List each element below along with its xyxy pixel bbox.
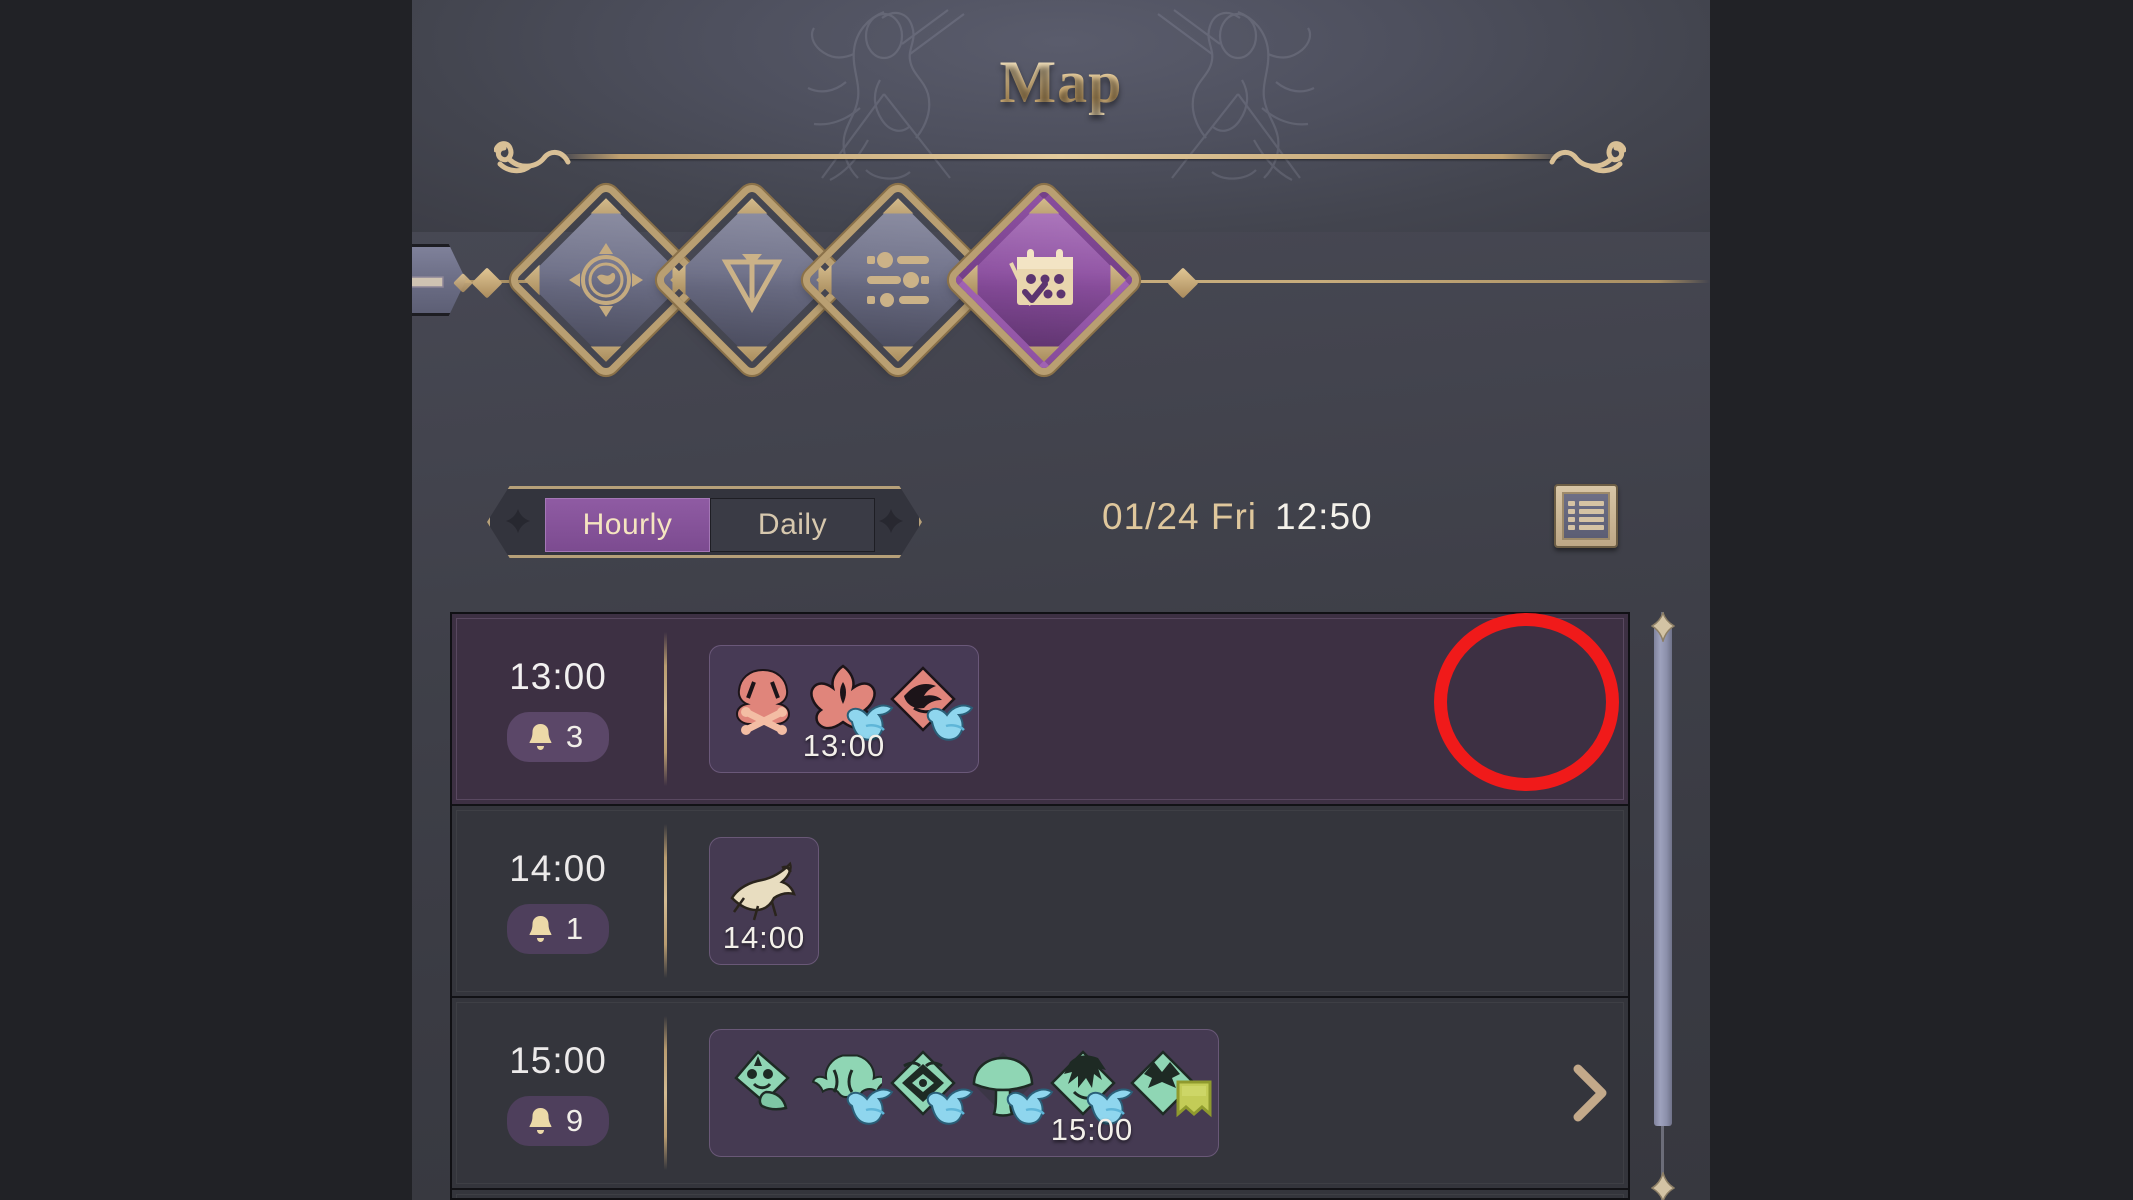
scrollbar-cap-top <box>1651 612 1675 642</box>
nav-diamond-bar <box>412 189 1710 371</box>
toggle-option-daily[interactable]: Daily <box>710 498 875 552</box>
bell-icon <box>529 916 552 942</box>
toggle-option-hourly[interactable]: Hourly <box>545 498 710 552</box>
row-hour-label: 14:00 <box>509 848 607 889</box>
toggle-option-daily-label: Daily <box>757 508 828 541</box>
diamond-bevel <box>963 199 1125 361</box>
event-icon-slot[interactable] <box>804 660 894 741</box>
event-icon-slot[interactable] <box>884 660 974 741</box>
diamond-bevel <box>671 199 833 361</box>
event-chip[interactable]: 14:00 <box>709 837 819 965</box>
event-icon-slot[interactable] <box>1124 1044 1212 1122</box>
bell-icon <box>529 724 552 750</box>
row-alert-badge: 1 <box>506 904 610 954</box>
row-time-block: 13:00 3 <box>452 614 664 804</box>
row-alert-badge: 3 <box>506 712 610 762</box>
row-time-block: 14:00 1 <box>452 806 664 996</box>
header-divider <box>412 140 1710 184</box>
event-chip-time: 13:00 <box>802 728 886 763</box>
row-alert-count: 3 <box>565 719 584 754</box>
diamond-bevel <box>525 199 687 361</box>
flourish-ornament-left <box>494 141 571 174</box>
game-viewport: Map Hourly Daily 01/24 Fri 12:50 13:00 3… <box>412 0 1710 1200</box>
event-icon-slot[interactable] <box>964 1044 1054 1125</box>
rail-gem-right <box>1167 267 1199 299</box>
current-time: 12:50 <box>1275 496 1373 537</box>
row-events: 13:00 <box>667 614 1628 804</box>
schedule-row[interactable]: 14:00 1 14:00 <box>452 806 1628 998</box>
schedule-row[interactable]: 15:00 9 15:00 <box>452 998 1628 1190</box>
row-hour-label: 13:00 <box>509 656 607 697</box>
row-events: 15:00 <box>667 998 1628 1188</box>
schedule-row[interactable]: 13:00 3 13:00 <box>452 614 1628 806</box>
list-view-button[interactable] <box>1554 484 1618 548</box>
event-chip-time: 15:00 <box>1050 1112 1134 1147</box>
green-skull-beast-icon <box>734 1050 790 1111</box>
scrollbar-cap-bottom <box>1651 1172 1675 1200</box>
event-chip[interactable]: 15:00 <box>709 1029 1219 1157</box>
event-icon-slot[interactable] <box>724 852 802 930</box>
toggle-ornament-left <box>506 509 530 533</box>
toggle-option-hourly-label: Hourly <box>582 508 673 541</box>
event-chip-time: 14:00 <box>722 920 806 955</box>
rail-gem-left <box>471 267 503 299</box>
list-view-icon <box>1568 501 1604 530</box>
page-title: Map <box>412 48 1710 117</box>
row-events: 14:00 <box>667 806 1628 996</box>
view-mode-toggle: Hourly Daily <box>487 486 922 558</box>
screen-root: Map Hourly Daily 01/24 Fri 12:50 13:00 3… <box>0 0 2133 1200</box>
row-time-block: 15:00 9 <box>452 998 664 1188</box>
flourish-ornament-right <box>1549 141 1626 174</box>
list-view-button-inner <box>1562 492 1610 540</box>
divider-line <box>560 154 1562 159</box>
row-alert-count: 9 <box>565 1103 584 1138</box>
bell-icon <box>529 1108 552 1134</box>
diamond-bevel <box>817 199 979 361</box>
row-alert-count: 1 <box>565 911 584 946</box>
event-icon-slot[interactable] <box>804 1044 894 1125</box>
chevron-right-icon[interactable] <box>1566 1063 1612 1123</box>
event-icon-slot[interactable] <box>724 660 802 738</box>
diamond-face <box>953 189 1135 371</box>
event-icon-slot[interactable] <box>724 1044 802 1122</box>
nav-tab-schedule[interactable] <box>953 189 1135 371</box>
scrollbar-thumb[interactable] <box>1654 626 1672 1126</box>
row-hour-label: 15:00 <box>509 1040 607 1081</box>
back-arrow-icon <box>412 268 444 296</box>
red-beast-crossed-bones-icon <box>735 668 791 735</box>
event-chip[interactable]: 13:00 <box>709 645 979 773</box>
current-date: 01/24 Fri <box>1102 496 1258 537</box>
schedule-list[interactable]: 13:00 3 13:00 14:00 1 14:00 15:00 9 15:0… <box>450 612 1630 1200</box>
row-alert-badge: 9 <box>506 1096 610 1146</box>
toggle-ornament-right <box>879 509 903 533</box>
schedule-row-partial[interactable] <box>452 1190 1628 1198</box>
schedule-scrollbar[interactable] <box>1648 612 1678 1200</box>
current-datetime: 01/24 Fri 12:50 <box>1102 496 1373 538</box>
event-icon-slot[interactable] <box>884 1044 974 1125</box>
filter-bar: Hourly Daily 01/24 Fri 12:50 <box>412 478 1710 610</box>
cream-sea-creature-icon <box>730 861 796 921</box>
event-icon-slot[interactable] <box>1044 1044 1134 1125</box>
